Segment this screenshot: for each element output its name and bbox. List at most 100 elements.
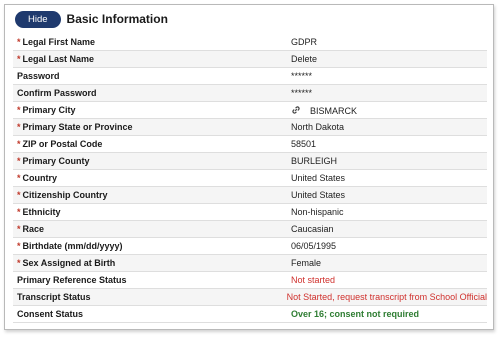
field-label: * Sex Assigned at Birth — [13, 258, 281, 268]
field-label: Consent Status — [13, 309, 281, 319]
table-row: * Country United States — [13, 170, 487, 187]
table-row: * Primary City BISMARCK — [13, 102, 487, 119]
required-marker: * — [17, 224, 21, 234]
field-label: * Race — [13, 224, 281, 234]
table-row: * Race Caucasian — [13, 221, 487, 238]
field-label-text: Primary City — [22, 105, 76, 115]
field-label: * Primary County — [13, 156, 281, 166]
field-value-text: ****** — [291, 88, 313, 98]
field-value-text: Non-hispanic — [291, 207, 344, 217]
required-marker: * — [17, 37, 21, 47]
field-label: * Ethnicity — [13, 207, 281, 217]
required-marker: * — [17, 122, 21, 132]
field-value: BISMARCK — [281, 105, 487, 116]
field-value-text: BURLEIGH — [291, 156, 338, 166]
table-row: * Birthdate (mm/dd/yyyy) 06/05/1995 — [13, 238, 487, 255]
field-value-text: United States — [291, 173, 346, 183]
field-label-text: Primary Reference Status — [17, 275, 127, 285]
field-value: 06/05/1995 — [281, 241, 487, 251]
table-row: * Sex Assigned at Birth Female — [13, 255, 487, 272]
field-label-text: Ethnicity — [22, 207, 61, 217]
field-label: Primary Reference Status — [13, 275, 281, 285]
table-row: * Primary County BURLEIGH — [13, 153, 487, 170]
table-row: Primary Reference Status Not started — [13, 272, 487, 289]
field-label: * Country — [13, 173, 281, 183]
field-value: Delete — [281, 54, 487, 64]
field-label: * Legal Last Name — [13, 54, 281, 64]
table-row: * ZIP or Postal Code 58501 — [13, 136, 487, 153]
field-value: GDPR — [281, 37, 487, 47]
required-marker: * — [17, 258, 21, 268]
field-label-text: Legal Last Name — [22, 54, 95, 64]
field-value: Female — [281, 258, 487, 268]
basic-information-panel: Hide Basic Information * Legal First Name… — [4, 4, 494, 330]
required-marker: * — [17, 105, 21, 115]
table-row: Consent Status Over 16; consent not requi… — [13, 306, 487, 323]
field-value: ****** — [281, 71, 487, 81]
field-label: Confirm Password — [13, 88, 281, 98]
field-value-text: North Dakota — [291, 122, 345, 132]
required-marker: * — [17, 139, 21, 149]
table-row: * Primary State or Province North Dakota — [13, 119, 487, 136]
hide-button[interactable]: Hide — [15, 10, 61, 28]
table-row: Transcript Status Not Started, request tr… — [13, 289, 487, 306]
field-label: * Legal First Name — [13, 37, 281, 47]
required-marker: * — [17, 190, 21, 200]
required-marker: * — [17, 207, 21, 217]
fields-table: * Legal First Name GDPR * Legal Last Name Del… — [13, 34, 487, 323]
field-value-text: 06/05/1995 — [291, 241, 337, 251]
field-label-text: Sex Assigned at Birth — [22, 258, 116, 268]
field-label-text: Consent Status — [17, 309, 84, 319]
field-value-text: United States — [291, 190, 346, 200]
field-label-text: Birthdate (mm/dd/yyyy) — [22, 241, 123, 251]
field-value: Not Started, request transcript from Sch… — [277, 292, 487, 302]
field-label: Password — [13, 71, 281, 81]
field-label-text: Confirm Password — [17, 88, 97, 98]
field-label-text: Citizenship Country — [22, 190, 108, 200]
panel-header: Hide Basic Information — [5, 5, 493, 31]
field-value-text: Not Started, request transcript from Sch… — [286, 292, 487, 302]
field-value-text: ****** — [291, 71, 313, 81]
field-label-text: Race — [22, 224, 45, 234]
field-value-text: BISMARCK — [310, 105, 358, 116]
required-marker: * — [17, 173, 21, 183]
field-value: Not started — [281, 275, 487, 285]
field-value-text: 58501 — [291, 139, 317, 149]
field-value-text: Female — [291, 258, 322, 268]
field-label: * ZIP or Postal Code — [13, 139, 281, 149]
field-value: ****** — [281, 88, 487, 98]
field-label: * Birthdate (mm/dd/yyyy) — [13, 241, 281, 251]
link-icon[interactable] — [291, 105, 301, 115]
field-label-text: Legal First Name — [22, 37, 96, 47]
table-row: Password ****** — [13, 68, 487, 85]
section-title: Basic Information — [66, 12, 168, 26]
field-label-text: Primary State or Province — [22, 122, 133, 132]
field-label: Transcript Status — [13, 292, 277, 302]
field-label-text: Primary County — [22, 156, 90, 166]
required-marker: * — [17, 241, 21, 251]
required-marker: * — [17, 156, 21, 166]
field-value-text: Not started — [291, 275, 336, 285]
field-label-text: Password — [17, 71, 60, 81]
field-label: * Citizenship Country — [13, 190, 281, 200]
field-label: * Primary State or Province — [13, 122, 281, 132]
table-row: * Legal First Name GDPR — [13, 34, 487, 51]
field-value: North Dakota — [281, 122, 487, 132]
table-row: Confirm Password ****** — [13, 85, 487, 102]
field-label: * Primary City — [13, 105, 281, 115]
field-value: United States — [281, 173, 487, 183]
field-value: Non-hispanic — [281, 207, 487, 217]
field-label-text: ZIP or Postal Code — [22, 139, 103, 149]
field-value-text: GDPR — [291, 37, 318, 47]
field-value-text: Caucasian — [291, 224, 334, 234]
field-label-text: Transcript Status — [17, 292, 91, 302]
field-label-text: Country — [22, 173, 58, 183]
required-marker: * — [17, 54, 21, 64]
table-row: * Citizenship Country United States — [13, 187, 487, 204]
field-value-text: Over 16; consent not required — [291, 309, 420, 319]
field-value: Caucasian — [281, 224, 487, 234]
field-value: Over 16; consent not required — [281, 309, 487, 319]
field-value-text: Delete — [291, 54, 318, 64]
table-row: * Ethnicity Non-hispanic — [13, 204, 487, 221]
field-value: United States — [281, 190, 487, 200]
